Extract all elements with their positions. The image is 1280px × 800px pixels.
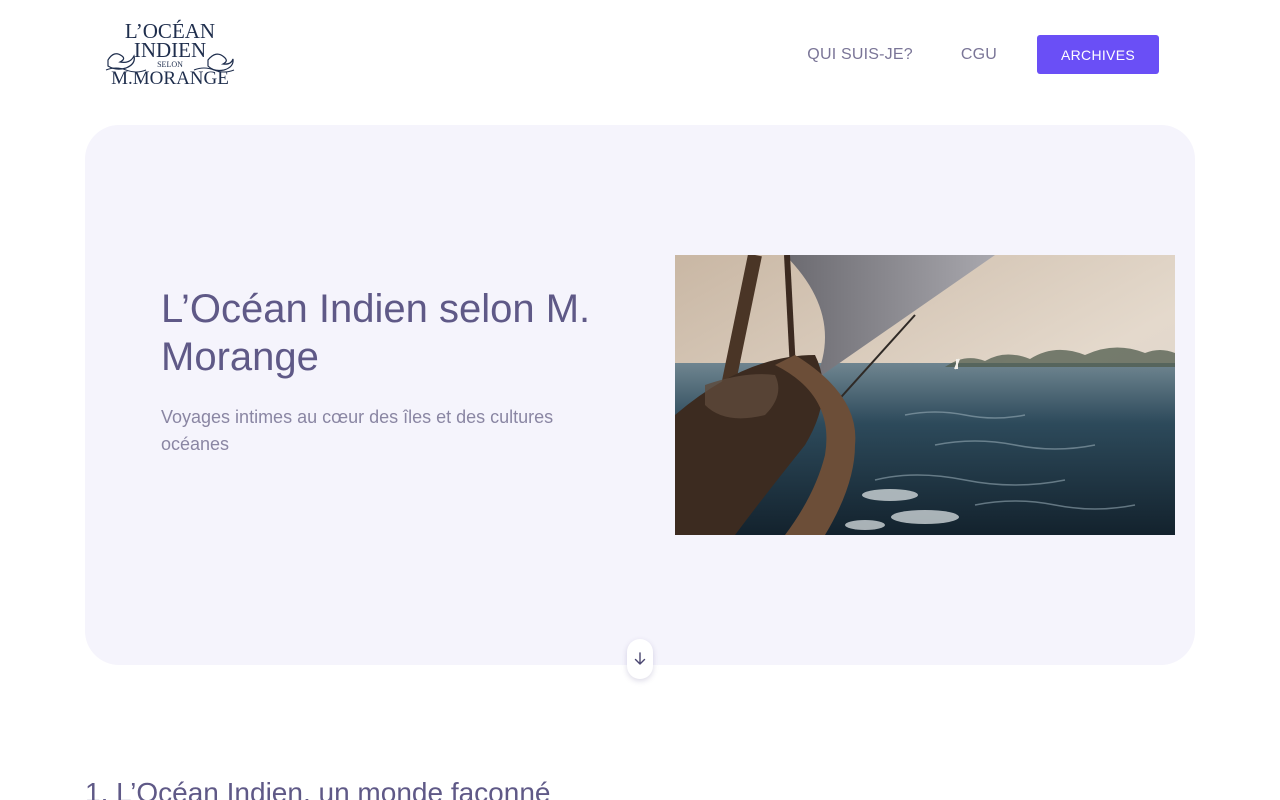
- sailboat-photo: [675, 255, 1175, 535]
- section-heading: 1. L’Océan Indien, un monde façonné: [85, 777, 551, 800]
- arrow-down-icon: [634, 652, 646, 665]
- svg-text:INDIEN: INDIEN: [134, 38, 206, 62]
- main-nav: QUI SUIS-JE? CGU ARCHIVES: [807, 35, 1159, 74]
- hero-subtitle: Voyages intimes au cœur des îles et des …: [161, 407, 554, 454]
- site-logo[interactable]: L’OCÉAN INDIEN SELON M.MORANGE: [104, 16, 236, 92]
- archives-button[interactable]: ARCHIVES: [1037, 35, 1159, 74]
- scroll-down-button[interactable]: [627, 639, 653, 679]
- hero-image: [675, 255, 1175, 535]
- site-header: L’OCÉAN INDIEN SELON M.MORANGE QUI SUIS-…: [0, 0, 1280, 108]
- hero-title: L’Océan Indien selon M. Morange: [161, 287, 591, 379]
- nav-link-about[interactable]: QUI SUIS-JE?: [807, 46, 913, 64]
- logo-image: L’OCÉAN INDIEN SELON M.MORANGE: [105, 19, 235, 89]
- hero-section: L’Océan Indien selon M. Morange Voyages …: [85, 125, 1195, 665]
- nav-link-terms[interactable]: CGU: [961, 46, 997, 64]
